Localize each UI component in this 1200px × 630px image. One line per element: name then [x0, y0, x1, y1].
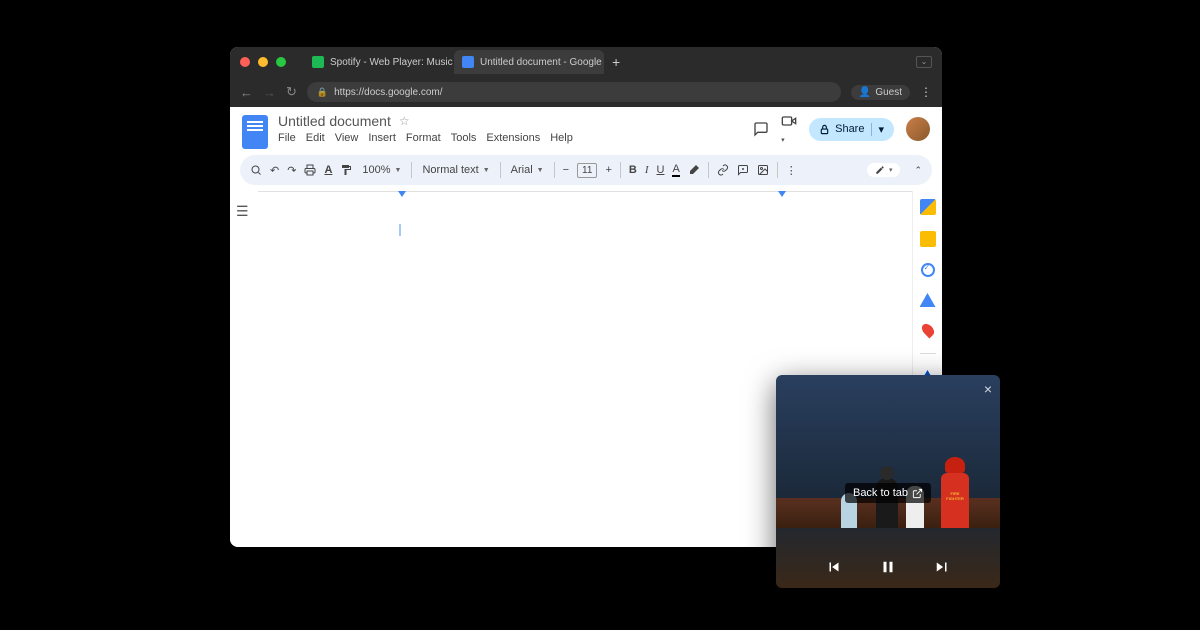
- text-color-button[interactable]: A: [672, 163, 679, 177]
- tab-label: Untitled document - Google D...: [480, 57, 604, 68]
- spotify-icon: [312, 56, 324, 68]
- titlebar: Spotify - Web Player: Music f... × Untit…: [230, 47, 942, 77]
- close-icon[interactable]: ×: [984, 381, 992, 397]
- menu-tools[interactable]: Tools: [451, 132, 477, 144]
- font-size-increase[interactable]: +: [605, 164, 611, 176]
- zoom-dropdown[interactable]: 100%▼: [360, 164, 403, 176]
- text-cursor: [399, 224, 401, 236]
- menu-help[interactable]: Help: [550, 132, 573, 144]
- document-title[interactable]: Untitled document: [278, 113, 391, 129]
- menu-format[interactable]: Format: [406, 132, 441, 144]
- docs-icon: [462, 56, 474, 68]
- underline-button[interactable]: U: [657, 164, 665, 176]
- tab-docs[interactable]: Untitled document - Google D... ×: [454, 50, 604, 74]
- share-label: Share: [835, 123, 864, 135]
- ruler-indent-right[interactable]: [778, 191, 786, 197]
- spellcheck-icon[interactable]: A: [324, 164, 332, 176]
- share-dropdown-icon[interactable]: ▾: [871, 123, 884, 136]
- back-to-tab-label: Back to tab: [853, 487, 908, 499]
- print-icon[interactable]: [304, 164, 316, 176]
- redo-icon[interactable]: ↷: [287, 164, 296, 177]
- picture-in-picture-window[interactable]: × FIRE FIGHTER Back to tab: [776, 375, 1000, 588]
- ruler-indent-left[interactable]: [398, 191, 406, 197]
- font-size-input[interactable]: 11: [577, 163, 597, 178]
- maps-icon[interactable]: [919, 322, 936, 339]
- keep-icon[interactable]: [920, 231, 936, 247]
- header-actions: ▾ Share ▾: [753, 113, 930, 145]
- avatar[interactable]: [906, 117, 930, 141]
- tab-label: Spotify - Web Player: Music f...: [330, 57, 454, 68]
- menu-file[interactable]: File: [278, 132, 296, 144]
- image-icon[interactable]: [757, 164, 769, 176]
- new-tab-button[interactable]: +: [604, 54, 628, 70]
- calendar-icon[interactable]: [920, 199, 936, 215]
- separator: [920, 353, 936, 354]
- link-icon[interactable]: [717, 164, 729, 176]
- italic-button[interactable]: I: [645, 164, 649, 176]
- person-icon: 👤: [859, 87, 871, 98]
- window-close[interactable]: [240, 57, 250, 67]
- toolbar: ↶ ↷ A 100%▼ Normal text▼ Arial▼ − 11 + B…: [240, 155, 932, 185]
- share-button[interactable]: Share ▾: [809, 118, 894, 141]
- url-text: https://docs.google.com/: [334, 87, 442, 98]
- paint-format-icon[interactable]: [340, 164, 352, 176]
- video-figure-firefighter: FIRE FIGHTER: [941, 473, 969, 528]
- highlight-button[interactable]: [688, 164, 700, 176]
- previous-track-icon[interactable]: [825, 558, 843, 576]
- outline-panel: ☰: [230, 191, 258, 547]
- url-bar: ← → ↻ 🔒 https://docs.google.com/ 👤 Guest…: [230, 77, 942, 107]
- back-button[interactable]: ←: [240, 85, 253, 100]
- search-icon[interactable]: [250, 164, 262, 176]
- pause-icon[interactable]: [879, 558, 897, 576]
- guest-profile[interactable]: 👤 Guest: [851, 85, 910, 100]
- firefighter-label: FIRE FIGHTER: [943, 491, 967, 501]
- comments-icon[interactable]: [753, 121, 769, 137]
- browser-menu-icon[interactable]: ⋮: [920, 85, 932, 99]
- more-icon[interactable]: ⋮: [786, 164, 797, 177]
- comment-icon[interactable]: [737, 164, 749, 176]
- font-dropdown[interactable]: Arial▼: [509, 164, 546, 176]
- font-size-decrease[interactable]: −: [563, 164, 569, 176]
- outline-icon[interactable]: ☰: [236, 203, 249, 219]
- edit-mode-button[interactable]: ▾: [867, 163, 901, 177]
- lock-icon: 🔒: [317, 87, 328, 98]
- pip-controls: [776, 558, 1000, 576]
- undo-icon[interactable]: ↶: [270, 164, 279, 177]
- docs-logo-icon[interactable]: [242, 115, 268, 149]
- tab-strip: Spotify - Web Player: Music f... × Untit…: [304, 50, 908, 74]
- back-to-tab-button[interactable]: Back to tab: [845, 483, 931, 503]
- forward-button[interactable]: →: [263, 85, 276, 100]
- collapse-toolbar-icon[interactable]: ⌃: [914, 165, 922, 176]
- style-dropdown[interactable]: Normal text▼: [420, 164, 491, 176]
- menu-insert[interactable]: Insert: [368, 132, 396, 144]
- menu-edit[interactable]: Edit: [306, 132, 325, 144]
- window-minimize[interactable]: [258, 57, 268, 67]
- window-maximize[interactable]: [276, 57, 286, 67]
- docs-header: Untitled document ☆ File Edit View Inser…: [230, 107, 942, 149]
- expand-tabs-icon[interactable]: ⌄: [916, 56, 932, 68]
- tasks-icon[interactable]: [921, 263, 935, 277]
- star-icon[interactable]: ☆: [399, 114, 410, 128]
- bold-button[interactable]: B: [629, 164, 637, 176]
- guest-label: Guest: [875, 87, 902, 98]
- reload-button[interactable]: ↻: [286, 84, 297, 100]
- menu-view[interactable]: View: [335, 132, 359, 144]
- menubar: File Edit View Insert Format Tools Exten…: [278, 132, 743, 144]
- next-track-icon[interactable]: [933, 558, 951, 576]
- menu-extensions[interactable]: Extensions: [486, 132, 540, 144]
- contacts-icon[interactable]: [920, 293, 936, 307]
- address-bar[interactable]: 🔒 https://docs.google.com/: [307, 82, 841, 102]
- meet-icon[interactable]: ▾: [781, 113, 797, 145]
- tab-spotify[interactable]: Spotify - Web Player: Music f... ×: [304, 50, 454, 74]
